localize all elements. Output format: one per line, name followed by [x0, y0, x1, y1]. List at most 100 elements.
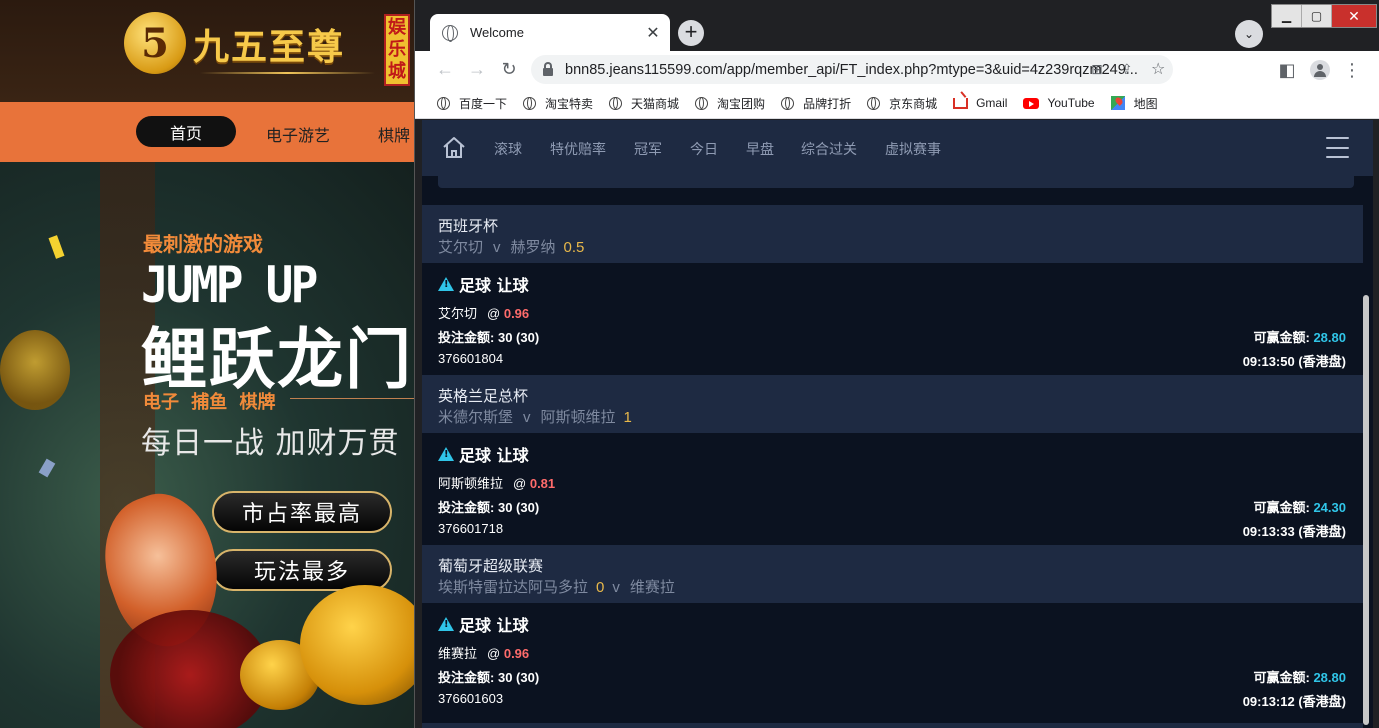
bet-odds: 0.81 — [529, 476, 556, 491]
hero-subtitle: 最刺激的游戏 — [143, 232, 263, 256]
side-panel-icon[interactable]: ◧ — [1271, 54, 1303, 86]
bet-potential-win: 可赢金额: 24.30 — [1253, 500, 1346, 515]
bet-stake: 投注金额: 30 (30) — [438, 330, 540, 345]
bet-time: 09:13:12 (香港盘) — [1242, 694, 1346, 709]
bookmark-taobao-group[interactable]: 淘宝团购 — [695, 95, 765, 112]
casino-nav-home[interactable]: 首页 — [136, 116, 236, 147]
bookmark-baidu[interactable]: 百度一下 — [437, 95, 507, 112]
bet-type: 足球 让球 — [438, 272, 529, 296]
hero-tags-line — [290, 398, 420, 399]
new-tab-button[interactable]: + — [678, 20, 704, 46]
bet-slip: 足球 让球 维赛拉@ 0.96 投注金额: 30 (30) 可赢金额: 28.8… — [422, 603, 1363, 715]
hero-tags: 电子 捕鱼 棋牌 — [143, 392, 276, 413]
handicap-value: 1 — [623, 409, 632, 426]
globe-icon — [523, 96, 537, 110]
bet-type: 足球 让球 — [438, 612, 529, 636]
nav-champion[interactable]: 冠军 — [634, 139, 662, 159]
bet-id: 376601804 — [438, 351, 504, 366]
match-header: 英格兰足总杯 米德尔斯堡 v 阿斯顿维拉 1 — [422, 375, 1363, 433]
bet-odds: 0.96 — [503, 646, 530, 661]
share-icon[interactable]: ⇪ — [1121, 61, 1133, 78]
home-icon[interactable] — [442, 136, 466, 160]
bookmark-brand-discount[interactable]: 品牌打折 — [781, 95, 851, 112]
casino-nav-chess[interactable]: 棋牌 — [378, 122, 410, 146]
nav-live[interactable]: 滚球 — [494, 139, 522, 159]
league-name: 英格兰足总杯 — [438, 388, 529, 405]
scrollbar-thumb[interactable] — [1363, 295, 1369, 725]
tab-title: Welcome — [470, 25, 524, 40]
bookmark-youtube[interactable]: YouTube — [1023, 96, 1095, 110]
home-team: 艾尔切 — [438, 239, 484, 256]
url-text: bnn85.jeans115599.com/app/member_api/FT_… — [565, 61, 1138, 78]
nav-early[interactable]: 早盘 — [746, 139, 774, 159]
browser-toolbar: ← → ↻ bnn85.jeans115599.com/app/member_a… — [415, 51, 1379, 88]
bet-pick: 阿斯顿维拉 @ 0.81 — [438, 476, 556, 491]
translate-icon[interactable]: ⊞ — [1091, 61, 1103, 78]
close-icon[interactable]: ✕ — [644, 23, 662, 43]
bet-potential-win: 可赢金额: 28.80 — [1253, 670, 1346, 685]
bet-pick: 维赛拉 @ 0.96 — [438, 646, 530, 661]
hamburger-menu-icon[interactable] — [1326, 137, 1349, 158]
bet-slip: 足球 让球 阿斯顿维拉@ 0.81 投注金额: 30 (30) 可赢金额: 24… — [422, 433, 1363, 545]
warning-icon — [438, 617, 454, 631]
bookmark-maps[interactable]: 地图 — [1110, 95, 1158, 112]
match-teams: 埃斯特雷拉达阿马多拉 0 v 维赛拉 — [438, 576, 675, 597]
tab-welcome[interactable]: Welcome ✕ — [430, 14, 670, 51]
warning-icon — [438, 277, 454, 291]
bet-id: 376601603 — [438, 691, 504, 706]
warning-icon — [438, 447, 454, 461]
app-nav-bar: 滚球 特优赔率 冠军 今日 早盘 综合过关 虚拟赛事 — [422, 120, 1373, 176]
bookmark-jd[interactable]: 京东商城 — [867, 95, 937, 112]
bookmark-tmall[interactable]: 天猫商城 — [609, 95, 679, 112]
casino-logo-mark[interactable]: 5 — [124, 12, 186, 74]
bookmark-gmail[interactable]: Gmail — [953, 96, 1007, 110]
bet-stake: 投注金额: 30 (30) — [438, 670, 540, 685]
globe-icon — [867, 96, 881, 110]
window-close-button[interactable]: ✕ — [1332, 5, 1376, 27]
vs-label: v — [523, 409, 531, 426]
more-menu-icon[interactable]: ⋮ — [1336, 54, 1368, 86]
home-team: 米德尔斯堡 — [438, 409, 514, 426]
youtube-icon — [1023, 97, 1040, 109]
tab-search-button[interactable]: ⌄ — [1235, 20, 1263, 48]
bookmark-taobao-sale[interactable]: 淘宝特卖 — [523, 95, 593, 112]
away-team: 赫罗纳 — [510, 239, 556, 256]
gmail-icon — [953, 97, 969, 109]
bet-pick: 艾尔切 @ 0.96 — [438, 306, 530, 321]
match-header-partial — [422, 723, 1363, 728]
match-teams: 米德尔斯堡 v 阿斯顿维拉 1 — [438, 406, 640, 427]
bet-id: 376601718 — [438, 521, 504, 536]
gold-coin-image — [300, 585, 420, 705]
back-arrow-icon[interactable]: ← — [429, 54, 461, 86]
minimize-button[interactable]: ▁ — [1272, 5, 1302, 27]
logo-divider — [200, 72, 375, 74]
away-team: 阿斯顿维拉 — [540, 409, 616, 426]
bet-potential-win: 可赢金额: 28.80 — [1253, 330, 1346, 345]
lock-icon[interactable] — [543, 61, 553, 76]
address-bar[interactable]: bnn85.jeans115599.com/app/member_api/FT_… — [531, 55, 1173, 84]
league-name: 葡萄牙超级联赛 — [438, 558, 544, 575]
maximize-button[interactable]: ▢ — [1302, 5, 1332, 27]
nav-virtual[interactable]: 虚拟赛事 — [885, 139, 941, 159]
browser-window: Welcome ✕ + ⌄ ▁ ▢ ✕ ← → ↻ bnn85.jeans115… — [414, 0, 1379, 728]
casino-nav-electronic[interactable]: 电子游艺 — [266, 122, 330, 146]
window-controls: ▁ ▢ ✕ — [1271, 4, 1377, 28]
nav-parlay[interactable]: 综合过关 — [801, 139, 857, 159]
vs-label: v — [493, 239, 501, 256]
profile-avatar-icon[interactable] — [1304, 54, 1336, 86]
globe-icon — [781, 96, 795, 110]
bookmark-star-icon[interactable]: ☆ — [1151, 59, 1165, 79]
casino-logo-badge: 娱 乐 城 — [384, 14, 410, 86]
home-team: 埃斯特雷拉达阿马多拉 — [438, 579, 589, 596]
nav-today[interactable]: 今日 — [690, 139, 718, 159]
away-team: 维赛拉 — [629, 579, 675, 596]
handicap-value: 0.5 — [563, 239, 585, 256]
hero-button-market-share[interactable]: 市占率最高 — [212, 491, 392, 533]
forward-arrow-icon[interactable]: → — [461, 54, 493, 86]
betting-app: 滚球 特优赔率 冠军 今日 早盘 综合过关 虚拟赛事 西班牙杯 艾尔切 v 赫罗纳 0… — [422, 120, 1373, 728]
bet-time: 09:13:33 (香港盘) — [1242, 524, 1346, 539]
bet-time: 09:13:50 (香港盘) — [1242, 354, 1346, 369]
reload-icon[interactable]: ↻ — [493, 54, 525, 86]
nav-best-odds[interactable]: 特优赔率 — [550, 139, 606, 159]
match-teams: 艾尔切 v 赫罗纳 0.5 — [438, 236, 592, 257]
